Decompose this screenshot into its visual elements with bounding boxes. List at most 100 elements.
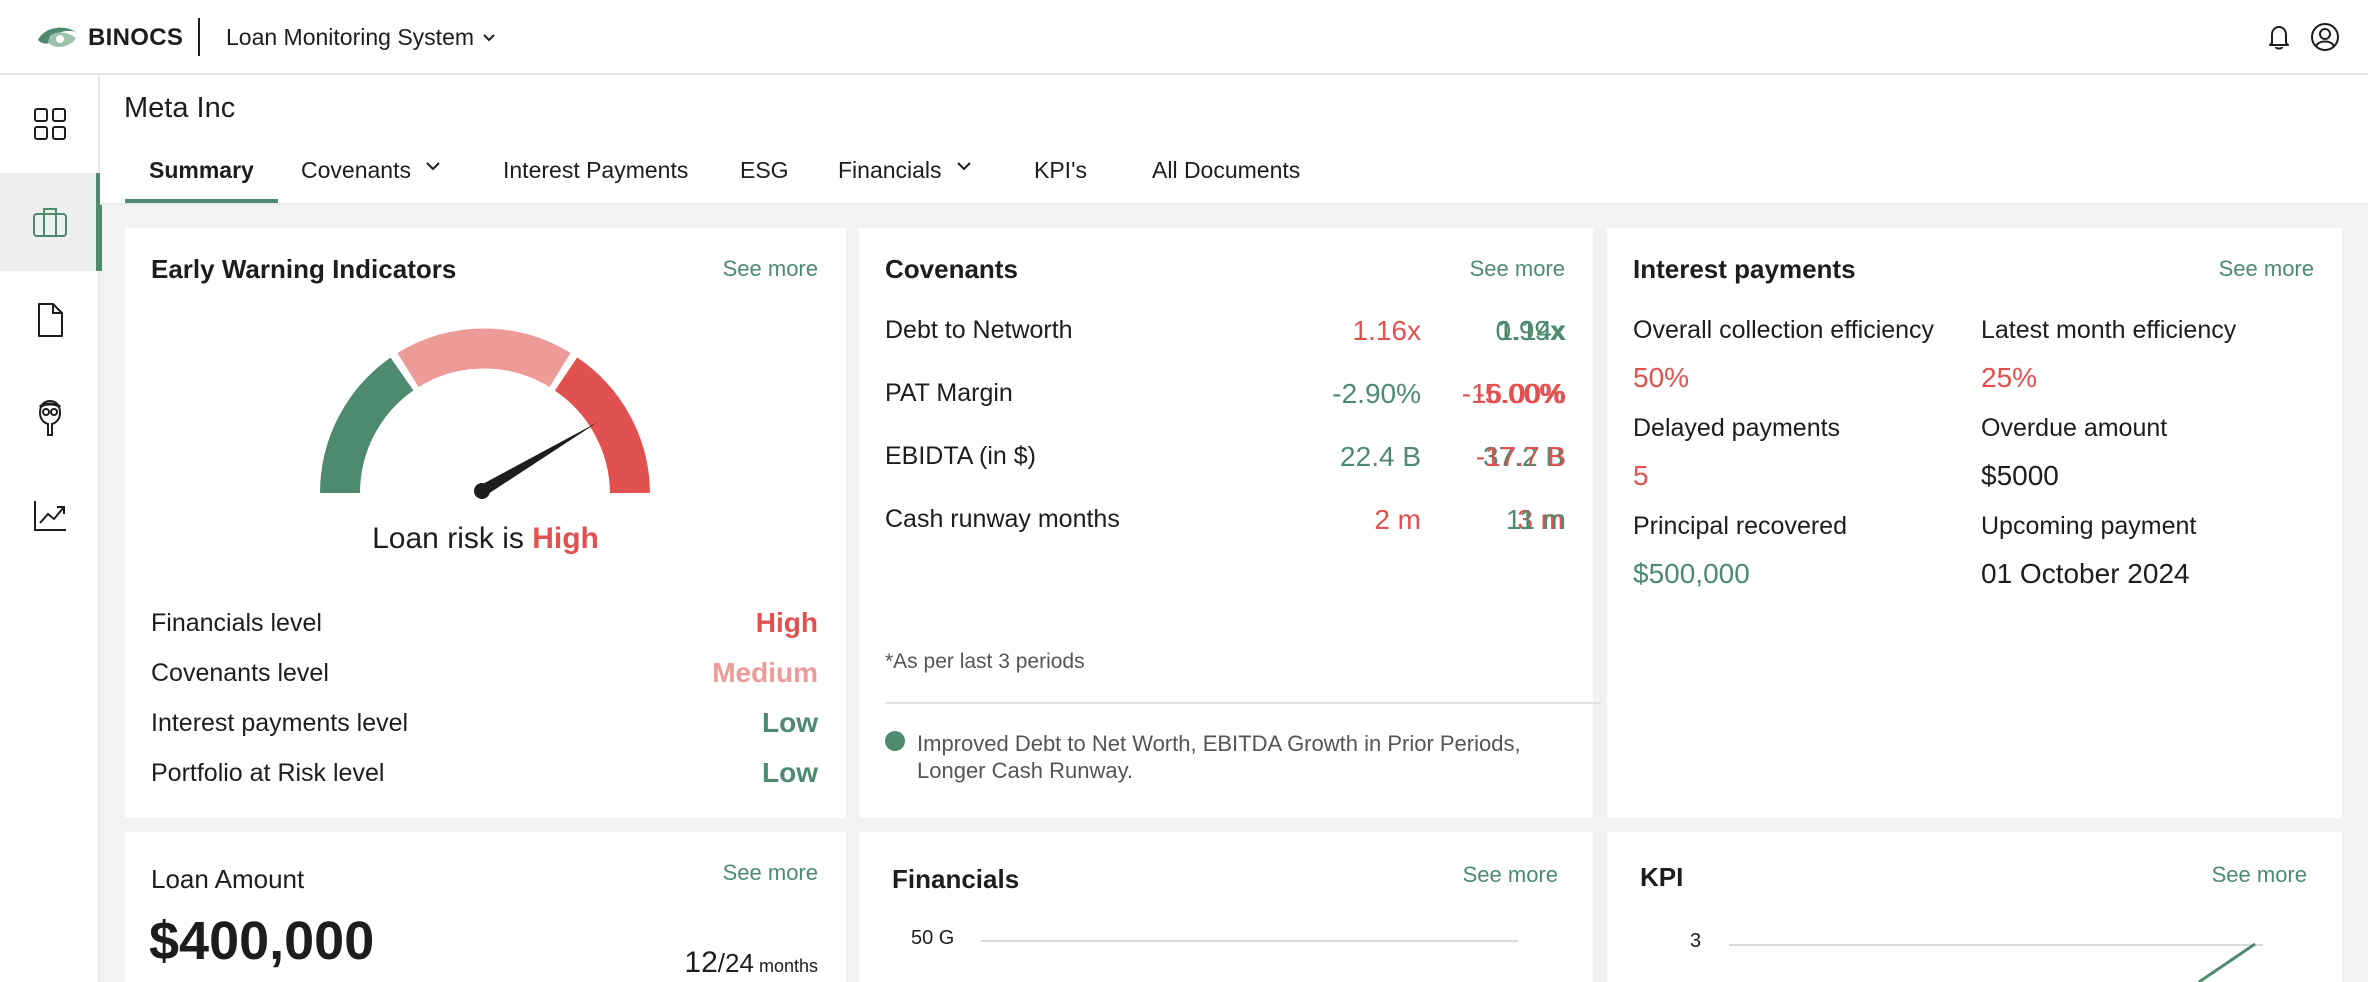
chevron-down-icon (483, 33, 495, 41)
chevron-down-icon (956, 162, 971, 171)
brand-name: BINOCS (88, 24, 184, 51)
interest-payments-level-value: Low (762, 707, 818, 738)
see-more-link[interactable]: See more (723, 256, 818, 282)
tab-all-documents[interactable]: All Documents (1152, 157, 1300, 203)
tab-summary[interactable]: Summary (125, 157, 278, 203)
covenant-label: Cash runway months (885, 505, 1120, 533)
axis-tick-label: 50 G (911, 927, 955, 949)
covenant-value: 22.4 B (1340, 441, 1421, 472)
overdue-amount-label: Overdue amount (1981, 414, 2168, 442)
upcoming-payment-value: 01 October 2024 (1981, 558, 2190, 589)
document-icon (38, 303, 63, 337)
see-more-link[interactable]: See more (723, 860, 818, 886)
covenant-insight: Improved Debt to Net Worth, EBITDA Growt… (917, 731, 1521, 783)
tab-kpis[interactable]: KPI's (1034, 157, 1087, 203)
covenants-level-value: Medium (712, 657, 818, 688)
binocs-logo-icon (38, 27, 76, 47)
loan-amount-value: $400,000 (149, 911, 375, 971)
covenants-card: Covenants See more Debt to Networth 1.16… (859, 228, 1601, 818)
notification-bell-icon[interactable] (2262, 20, 2296, 54)
tab-covenants[interactable]: Covenants (301, 157, 441, 203)
sidebar-item-analytics[interactable] (0, 467, 100, 565)
financials-card: Financials See more 50 G (859, 832, 1593, 982)
periods-note: *As per last 3 periods (885, 650, 1085, 673)
loan-term: 12/24 months (684, 946, 818, 980)
kpi-card: KPI See more 3 (1607, 832, 2342, 982)
term-total: /24 (717, 948, 754, 978)
see-more-link[interactable]: See more (1463, 862, 1558, 888)
card-title: Covenants (885, 254, 1018, 284)
see-more-link[interactable]: See more (1470, 256, 1565, 282)
delayed-payments-value: 5 (1633, 460, 1649, 491)
sidebar (0, 75, 102, 982)
card-title: KPI (1640, 862, 1684, 892)
card-title: Loan Amount (151, 864, 305, 894)
sidebar-item-portfolio[interactable] (0, 173, 102, 271)
risk-gauge (320, 328, 650, 499)
term-completed: 12 (684, 946, 718, 979)
covenant-label: EBIDTA (in $) (885, 442, 1036, 470)
covenant-value: 2 m (1374, 504, 1421, 535)
chevron-down-icon (426, 162, 440, 171)
covenant-value: -16.00% (1461, 378, 1566, 409)
sidebar-item-documents[interactable] (0, 271, 100, 369)
gauge-needle (479, 422, 598, 496)
page-header: Meta Inc Summary Covenants Interest Paym… (100, 75, 2368, 205)
delayed-payments-label: Delayed payments (1633, 414, 1841, 442)
app-switcher[interactable]: Loan Monitoring System (226, 24, 496, 51)
grid-icon (34, 108, 66, 140)
covenant-value: 1.16x (1352, 315, 1422, 346)
loan-amount-card: Loan Amount See more $400,000 12/24 mont… (125, 832, 846, 982)
principal-recovered-label: Principal recovered (1633, 512, 1847, 540)
brand-logo[interactable]: BINOCS (36, 22, 183, 54)
loan-risk-summary: Loan risk is High (125, 522, 846, 556)
principal-recovered-value: $500,000 (1633, 558, 1750, 589)
tab-esg[interactable]: ESG (740, 157, 789, 203)
brand-divider (198, 18, 200, 56)
trend-chart-icon (34, 501, 66, 531)
covenant-value: 11 m (1505, 504, 1566, 535)
portfolio-risk-level-label: Portfolio at Risk level (151, 759, 385, 787)
financials-level-value: High (755, 607, 818, 638)
tab-interest-payments[interactable]: Interest Payments (503, 157, 688, 203)
early-warning-card: Early Warning Indicators See more Loan r… (125, 228, 846, 818)
covenant-value: 1.14x (1497, 315, 1567, 346)
covenant-label: PAT Margin (885, 379, 1013, 407)
see-more-link[interactable]: See more (2212, 862, 2307, 888)
covenant-value: -17.7 B (1475, 441, 1566, 472)
risk-prefix: Loan risk is (372, 522, 524, 555)
covenant-label: Debt to Networth (885, 316, 1073, 344)
see-more-link[interactable]: See more (2219, 256, 2314, 282)
user-profile-icon[interactable] (2308, 20, 2342, 54)
overdue-amount-value: $5000 (1981, 460, 2059, 491)
axis-tick-label: 3 (1690, 930, 1702, 952)
gridline (1729, 944, 2263, 946)
sidebar-item-analyst[interactable] (0, 369, 100, 467)
collection-efficiency-value: 50% (1633, 362, 1690, 393)
gridline (981, 940, 1518, 942)
tab-financials[interactable]: Financials (838, 157, 972, 203)
term-unit: months (758, 956, 818, 976)
interest-payments-level-label: Interest payments level (151, 709, 409, 737)
divider (885, 702, 1601, 704)
analyst-icon (38, 399, 62, 436)
upcoming-payment-label: Upcoming payment (1981, 512, 2197, 540)
portfolio-risk-level-value: Low (762, 757, 818, 788)
interest-payments-card: Interest payments See more Overall colle… (1607, 228, 2342, 818)
kpi-trend-line (2198, 942, 2256, 982)
card-title: Financials (892, 864, 1020, 894)
covenant-value: -2.90% (1332, 378, 1421, 409)
insight-bullet-icon (885, 731, 905, 751)
month-efficiency-value: 25% (1981, 362, 2038, 393)
risk-value: High (532, 522, 599, 555)
sidebar-item-dashboard[interactable] (0, 75, 100, 173)
card-title: Early Warning Indicators (151, 254, 457, 284)
covenants-level-label: Covenants level (151, 659, 329, 687)
financials-level-label: Financials level (151, 609, 322, 637)
month-efficiency-label: Latest month efficiency (1981, 316, 2237, 344)
top-bar: BINOCS Loan Monitoring System (0, 0, 2368, 75)
collection-efficiency-label: Overall collection efficiency (1633, 316, 1935, 344)
briefcase-icon (33, 208, 67, 237)
card-title: Interest payments (1633, 254, 1856, 284)
page-title: Meta Inc (124, 92, 236, 124)
